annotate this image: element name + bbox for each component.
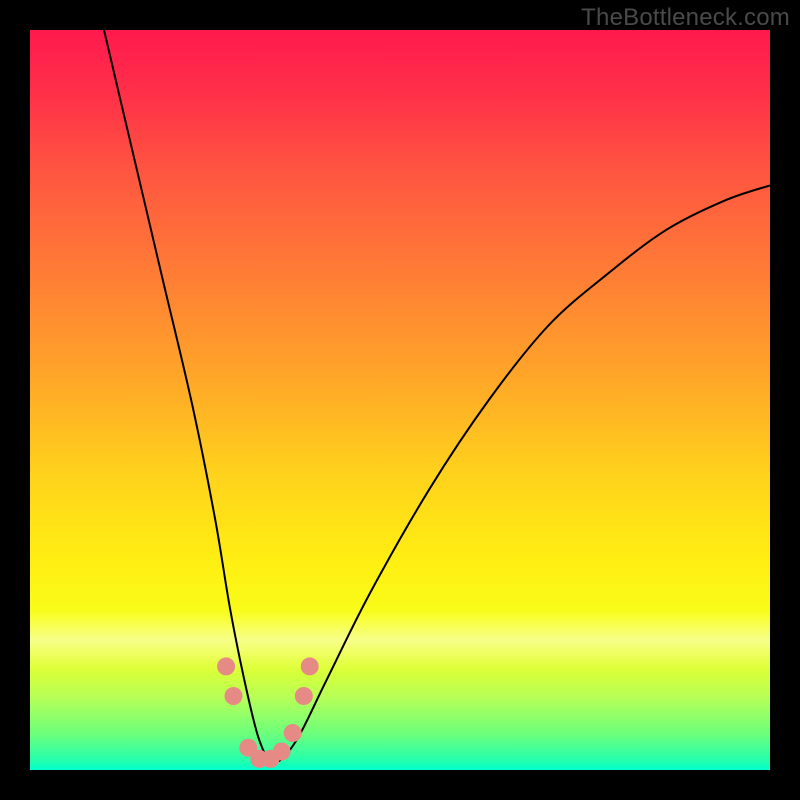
highlight-dot <box>295 687 313 705</box>
watermark-text: TheBottleneck.com <box>581 4 790 32</box>
curve-layer <box>30 30 770 770</box>
highlight-dot <box>273 743 291 761</box>
highlight-dot <box>225 687 243 705</box>
highlight-dots <box>217 657 319 768</box>
highlight-dot <box>284 724 302 742</box>
bottleneck-curve-path <box>104 30 770 763</box>
highlight-dot <box>301 657 319 675</box>
chart-frame: TheBottleneck.com <box>0 0 800 800</box>
plot-area <box>30 30 770 770</box>
highlight-dot <box>217 657 235 675</box>
